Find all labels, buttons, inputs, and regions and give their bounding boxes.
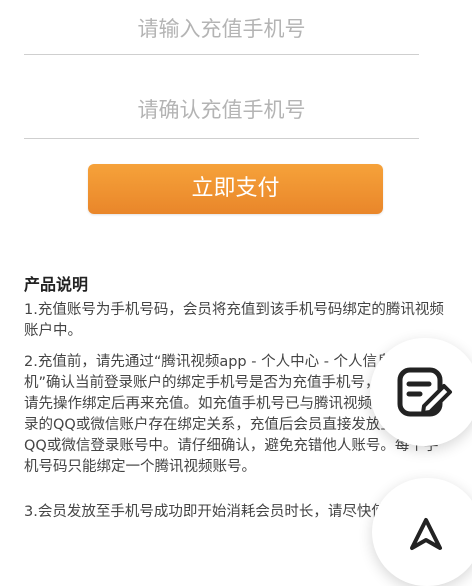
pay-now-button[interactable]: 立即支付: [88, 164, 383, 214]
phone-input-placeholder: 请输入充值手机号: [137, 17, 306, 41]
edit-note-icon: [397, 367, 452, 417]
product-description-title: 产品说明: [24, 275, 89, 294]
navigation-icon: [410, 518, 442, 550]
confirm-phone-input-placeholder: 请确认充值手机号: [137, 98, 306, 122]
product-paragraph-1: 1.充值账号为手机号码，会员将充值到该手机号码绑定的腾讯视频账户中。: [24, 302, 444, 339]
confirm-phone-input[interactable]: 请确认充值手机号: [24, 92, 419, 139]
floating-navigation-button[interactable]: [372, 478, 472, 586]
floating-edit-button[interactable]: [370, 338, 472, 446]
phone-input[interactable]: 请输入充值手机号: [24, 12, 419, 55]
